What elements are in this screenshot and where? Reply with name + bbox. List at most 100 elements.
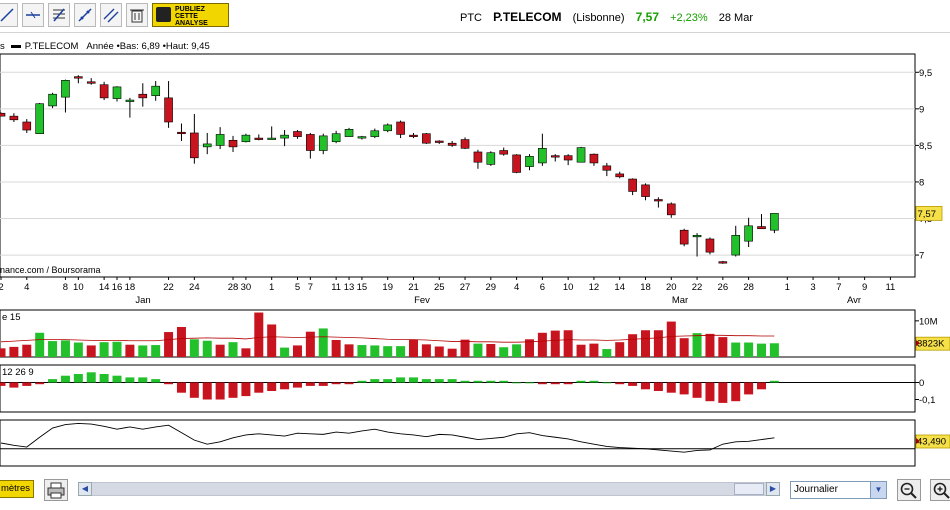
macd-bar bbox=[550, 382, 560, 385]
scroll-left-button[interactable]: ◀ bbox=[78, 482, 92, 496]
volume-bar bbox=[0, 348, 6, 357]
macd-bar bbox=[318, 382, 328, 386]
volume-bar bbox=[267, 324, 277, 357]
candle-body bbox=[331, 133, 341, 143]
x-month-label: Fev bbox=[414, 295, 430, 306]
macd-bar bbox=[512, 382, 522, 384]
volume-bar bbox=[615, 342, 625, 357]
x-tick-label: 25 bbox=[434, 282, 445, 293]
candle-body bbox=[370, 130, 380, 137]
candle-body bbox=[318, 135, 328, 151]
macd-bar bbox=[563, 382, 573, 385]
macd-bar bbox=[679, 382, 689, 395]
volume-bar bbox=[396, 346, 406, 357]
x-tick-label: 20 bbox=[666, 282, 677, 293]
macd-bar bbox=[292, 382, 302, 388]
candle-body bbox=[138, 93, 148, 99]
volume-bar bbox=[537, 332, 547, 357]
x-tick-label: 28 bbox=[228, 282, 239, 293]
macd-bar bbox=[434, 379, 444, 383]
oscillator-panel-frame bbox=[0, 419, 916, 467]
candle-body bbox=[434, 140, 444, 143]
macd-bar bbox=[344, 382, 354, 385]
macd-bar bbox=[744, 382, 754, 395]
volume-bar bbox=[280, 347, 290, 357]
macd-bar bbox=[254, 382, 264, 393]
x-tick-label: 10 bbox=[73, 282, 84, 293]
macd-bar bbox=[228, 382, 238, 398]
volume-bar bbox=[757, 343, 767, 357]
parameters-button[interactable]: mètres bbox=[0, 480, 34, 498]
candle-body bbox=[202, 143, 212, 148]
candle-body bbox=[48, 93, 57, 107]
print-icon[interactable] bbox=[44, 479, 68, 501]
candle-body bbox=[538, 148, 547, 164]
macd-bar bbox=[731, 382, 741, 402]
candle-body bbox=[228, 139, 238, 148]
macd-bar bbox=[666, 382, 676, 393]
volume-bar bbox=[215, 344, 225, 357]
volume-bar bbox=[73, 342, 83, 357]
x-month-label: Jan bbox=[135, 295, 150, 306]
macd-bar bbox=[331, 382, 341, 385]
oscillator-last-label: 43,490 bbox=[917, 436, 946, 447]
macd-bar bbox=[383, 379, 393, 383]
x-tick-label: 19 bbox=[382, 282, 393, 293]
volume-bar bbox=[550, 330, 560, 357]
candle-body bbox=[9, 115, 19, 121]
price-panel-frame bbox=[0, 53, 916, 278]
candle-body bbox=[460, 139, 470, 149]
scroll-track[interactable] bbox=[92, 482, 766, 496]
volume-last-label: 3823K bbox=[917, 339, 945, 350]
candle-body bbox=[241, 134, 251, 143]
x-month-label: Mar bbox=[672, 295, 688, 306]
volume-bar bbox=[189, 339, 199, 357]
volume-panel-label: e 15 bbox=[2, 312, 21, 323]
macd-bar bbox=[86, 372, 96, 383]
x-tick-label: 1 bbox=[269, 282, 274, 293]
candle-body bbox=[705, 238, 715, 253]
macd-bar bbox=[125, 377, 135, 383]
zoom-out-icon[interactable] bbox=[897, 479, 921, 501]
x-tick-label: 8 bbox=[63, 282, 68, 293]
macd-bar bbox=[653, 382, 663, 391]
chevron-down-icon[interactable]: ▼ bbox=[870, 482, 886, 498]
volume-bar bbox=[125, 344, 135, 357]
x-tick-label: 4 bbox=[514, 282, 519, 293]
volume-bar bbox=[176, 326, 186, 357]
candle-body bbox=[190, 132, 199, 159]
macd-bar bbox=[460, 380, 470, 383]
chart-area[interactable]: 9,598,587,577,57nance.com / Boursorama24… bbox=[0, 0, 950, 476]
candle-body bbox=[344, 129, 354, 137]
macd-bar bbox=[138, 377, 148, 383]
candle-body bbox=[525, 156, 534, 167]
zoom-in-icon[interactable] bbox=[930, 479, 950, 501]
macd-bar bbox=[176, 382, 186, 393]
candle-body bbox=[0, 112, 6, 117]
x-tick-label: 27 bbox=[460, 282, 471, 293]
macd-bar bbox=[305, 382, 315, 386]
macd-bar bbox=[705, 382, 715, 402]
scroll-thumb[interactable] bbox=[734, 483, 764, 495]
x-tick-label: 21 bbox=[408, 282, 419, 293]
period-select[interactable]: Journalier ▼ bbox=[790, 481, 887, 499]
candle-body bbox=[563, 155, 573, 161]
macd-bar bbox=[35, 382, 45, 385]
macd-bar bbox=[151, 379, 161, 383]
volume-bar bbox=[60, 340, 70, 357]
volume-bar bbox=[641, 330, 650, 357]
candle-body bbox=[512, 154, 521, 173]
scroll-right-button[interactable]: ▶ bbox=[766, 482, 780, 496]
candle-body bbox=[770, 213, 779, 231]
volume-bar bbox=[460, 339, 470, 357]
candle-body bbox=[125, 99, 135, 102]
volume-bar bbox=[22, 344, 32, 357]
x-tick-label: 28 bbox=[743, 282, 754, 293]
price-tick-label: 9,5 bbox=[919, 68, 932, 79]
x-tick-label: 16 bbox=[112, 282, 123, 293]
x-tick-label: 5 bbox=[295, 282, 300, 293]
macd-bar bbox=[22, 382, 32, 386]
volume-bar bbox=[383, 346, 393, 357]
volume-bar bbox=[705, 333, 715, 357]
candle-body bbox=[267, 137, 276, 140]
